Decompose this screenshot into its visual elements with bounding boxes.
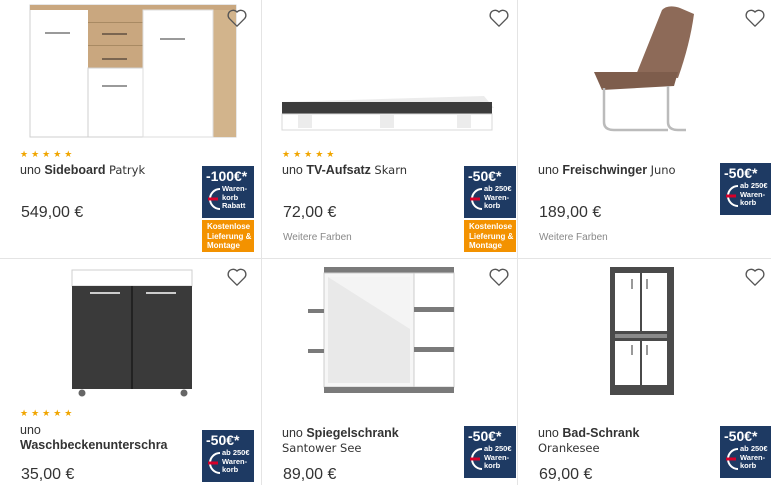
product-title[interactable]: uno TV-Aufsatz Skarn [282, 163, 452, 178]
product-variant: Santower See [282, 441, 362, 455]
delivery-badge: Kostenlose Lieferung & Montage [464, 220, 516, 252]
product-price: 189,00 € [539, 204, 602, 221]
product-variant: Orankesee [538, 441, 600, 455]
brand: uno [538, 163, 559, 177]
discount-badge: -50€* ab 250€ Waren-korb [464, 426, 516, 478]
product-image[interactable] [0, 259, 256, 399]
discount-amount: -50€* [468, 428, 502, 444]
discount-badge: -50€* ab 250€ Waren-korb [720, 426, 771, 478]
product-image[interactable] [0, 0, 256, 140]
discount-swirl-icon [208, 188, 221, 210]
brand: uno [282, 163, 303, 177]
product-card[interactable]: ★★★★★ uno TV-Aufsatz Skarn 72,00 € Weite… [262, 0, 518, 258]
product-price: 35,00 € [21, 466, 75, 483]
favorite-heart-icon[interactable] [744, 8, 766, 28]
discount-amount: -50€* [468, 168, 502, 184]
product-title[interactable]: uno Waschbeckenunterschra [20, 423, 180, 453]
product-card[interactable]: uno Freischwinger Juno 189,00 € Weitere … [518, 0, 771, 258]
brand: uno [20, 423, 41, 437]
product-image[interactable] [518, 259, 771, 399]
delivery-badge: Kostenlose Lieferung & Montage [202, 220, 254, 252]
discount-swirl-icon [208, 452, 221, 474]
discount-swirl-icon [726, 185, 739, 207]
discount-swirl-icon [470, 448, 483, 470]
favorite-heart-icon[interactable] [488, 8, 510, 28]
product-image[interactable] [518, 0, 771, 140]
product-title[interactable]: uno Bad-Schrank Orankesee [538, 426, 708, 456]
product-card[interactable]: ★★★★★ uno Waschbeckenunterschra 35,00 € … [0, 259, 256, 485]
discount-note: ab 250€ Waren-korb [740, 444, 768, 470]
brand: uno [20, 163, 41, 177]
brand: uno [282, 426, 303, 440]
discount-badge: -100€* Waren-korb Rabatt [202, 166, 254, 218]
product-variant: Skarn [374, 163, 408, 177]
discount-amount: -100€* [206, 168, 248, 184]
product-name: Bad-Schrank [562, 426, 640, 440]
rating-stars: ★★★★★ [282, 149, 338, 159]
discount-badge: -50€* ab 250€ Waren-korb [464, 166, 516, 218]
favorite-heart-icon[interactable] [488, 267, 510, 287]
product-name: Spiegelschrank [306, 426, 399, 440]
discount-badge: -50€* ab 250€ Waren-korb [720, 163, 771, 215]
product-variant: Juno [650, 163, 676, 177]
product-price: 72,00 € [283, 204, 337, 221]
product-price: 549,00 € [21, 204, 84, 221]
product-name: Sideboard [44, 163, 106, 177]
product-title[interactable]: uno Sideboard Patryk [20, 163, 190, 178]
discount-note: ab 250€ Waren-korb [484, 444, 512, 470]
discount-badge: -50€* ab 250€ Waren-korb [202, 430, 254, 482]
brand: uno [538, 426, 559, 440]
product-card[interactable]: uno Bad-Schrank Orankesee 69,00 € -50€* … [518, 259, 771, 485]
discount-swirl-icon [726, 448, 739, 470]
product-card[interactable]: uno Spiegelschrank Santower See 89,00 € … [262, 259, 518, 485]
product-name: TV-Aufsatz [306, 163, 371, 177]
product-price: 69,00 € [539, 466, 593, 483]
product-name: Waschbeckenunterschra [20, 438, 168, 452]
more-colors-link[interactable]: Weitere Farben [539, 232, 608, 243]
rating-stars: ★★★★★ [20, 149, 76, 159]
product-title[interactable]: uno Freischwinger Juno [538, 163, 708, 178]
product-card[interactable]: ★★★★★ uno Sideboard Patryk 549,00 € -100… [0, 0, 256, 258]
discount-amount: -50€* [724, 428, 758, 444]
favorite-heart-icon[interactable] [226, 8, 248, 28]
discount-note: ab 250€ Waren-korb [484, 184, 512, 210]
discount-swirl-icon [470, 188, 483, 210]
more-colors-link[interactable]: Weitere Farben [283, 232, 352, 243]
discount-note: ab 250€ Waren-korb [740, 181, 768, 207]
product-image[interactable] [262, 0, 518, 140]
favorite-heart-icon[interactable] [744, 267, 766, 287]
product-name: Freischwinger [562, 163, 648, 177]
rating-stars: ★★★★★ [20, 408, 76, 418]
discount-amount: -50€* [724, 165, 758, 181]
favorite-heart-icon[interactable] [226, 267, 248, 287]
product-title[interactable]: uno Spiegelschrank Santower See [282, 426, 452, 456]
product-image[interactable] [262, 259, 518, 399]
discount-amount: -50€* [206, 432, 240, 448]
discount-note: Waren-korb Rabatt [222, 184, 248, 210]
product-price: 89,00 € [283, 466, 337, 483]
product-grid: ★★★★★ uno Sideboard Patryk 549,00 € -100… [0, 0, 771, 485]
product-variant: Patryk [108, 163, 146, 177]
discount-note: ab 250€ Waren-korb [222, 448, 250, 474]
